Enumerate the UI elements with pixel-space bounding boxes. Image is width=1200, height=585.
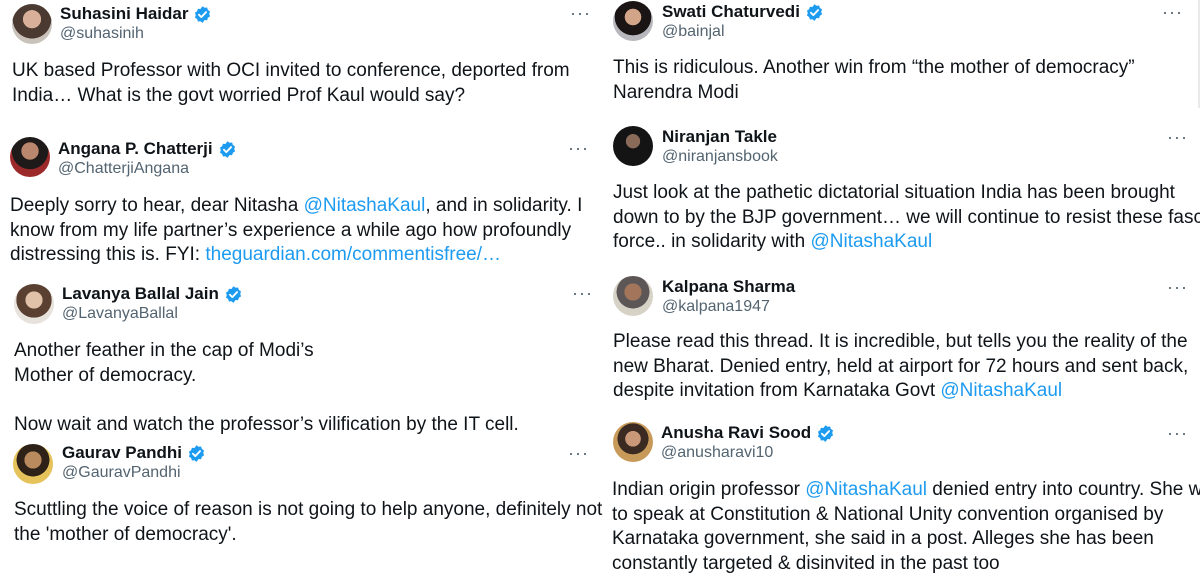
author-name[interactable]: Kalpana Sharma — [662, 277, 795, 297]
tweet-text-line: India… What is the govt worried Prof Kau… — [12, 84, 570, 109]
tweet-text-line: Narendra Modi — [613, 81, 1135, 106]
mention-link[interactable]: @NitashaKaul — [304, 195, 426, 216]
mention-link[interactable]: @NitashaKaul — [810, 231, 932, 252]
text-segment: know from my life partner’s experience a… — [10, 219, 572, 241]
avatar[interactable] — [613, 1, 653, 41]
tweet-text-line: UK based Professor with OCI invited to c… — [12, 59, 570, 84]
tweet-text: Deeply sorry to hear, dear Nitasha @Nita… — [10, 194, 582, 268]
tweet-text-line: despite invitation from Karnataka Govt @… — [613, 379, 1188, 404]
avatar[interactable] — [613, 276, 653, 316]
tweet-text-line: Now wait and watch the professor’s vilif… — [14, 413, 519, 438]
verified-badge-icon — [195, 5, 211, 23]
mention-link[interactable]: @NitashaKaul — [940, 380, 1062, 401]
text-segment: down to by the BJP government… we will c… — [613, 206, 1200, 228]
author-name[interactable]: Anusha Ravi Sood — [661, 423, 811, 443]
text-segment: Narendra Modi — [613, 81, 739, 103]
tweet-text-line: down to by the BJP government… we will c… — [613, 206, 1200, 231]
avatar[interactable] — [613, 422, 653, 462]
avatar[interactable] — [613, 126, 653, 166]
tweet-text: Indian origin professor @NitashaKaul den… — [612, 478, 1200, 576]
verified-badge-icon — [225, 285, 241, 303]
tweet-text-line: Just look at the pathetic dictatorial si… — [613, 181, 1200, 206]
text-segment: Karnataka government, she said in a post… — [612, 528, 1154, 549]
verified-badge-icon — [818, 424, 834, 442]
verified-badge-icon — [188, 444, 205, 462]
avatar[interactable] — [12, 4, 52, 44]
text-segment: new Bharat. Denied entry, held at airpor… — [613, 355, 1189, 377]
url-link[interactable]: theguardian.com/commentisfree/… — [205, 244, 501, 265]
text-segment: Scuttling the voice of reason is not goi… — [14, 499, 603, 520]
text-segment: denied entry into country. She was — [927, 479, 1200, 500]
text-segment: Now wait and watch the professor’s vilif… — [14, 413, 519, 435]
tweet-text-line: to speak at Constitution & National Unit… — [612, 503, 1200, 528]
text-segment: constantly targeted & disinvited in the … — [612, 552, 1000, 574]
author-handle[interactable]: @niranjansbook — [662, 148, 778, 166]
tweet-text-line: new Bharat. Denied entry, held at airpor… — [613, 355, 1188, 380]
author-handle[interactable]: @suhasinih — [60, 25, 144, 43]
author-handle[interactable]: @bainjal — [662, 23, 725, 41]
more-options-icon[interactable]: ··· — [1167, 424, 1188, 442]
more-options-icon[interactable]: ··· — [572, 284, 593, 302]
tweet-text-line: Scuttling the voice of reason is not goi… — [14, 498, 602, 523]
text-segment: distressing this is. FYI: — [10, 244, 206, 265]
author-handle[interactable]: @GauravPandhi — [62, 464, 181, 482]
author-handle[interactable]: @ChatterjiAngana — [58, 160, 189, 178]
more-options-icon[interactable]: ··· — [1167, 128, 1188, 146]
text-segment: Indian origin professor — [612, 479, 806, 500]
tweet-text: Just look at the pathetic dictatorial si… — [613, 181, 1200, 255]
tweet-text-line: Another feather in the cap of Modi’s — [14, 339, 519, 364]
tweet-text-line: force.. in solidarity with @NitashaKaul — [613, 230, 1200, 255]
author-name[interactable]: Angana P. Chatterji — [58, 139, 213, 159]
mention-link[interactable]: @NitashaKaul — [805, 479, 927, 500]
text-segment: Another feather in the cap of Modi’s — [14, 340, 314, 361]
tweet-text: Please read this thread. It is incredibl… — [613, 330, 1188, 404]
text-segment: the 'mother of democracy'. — [14, 523, 237, 545]
text-segment: Just look at the pathetic dictatorial si… — [613, 182, 1175, 203]
text-segment: This is ridiculous. Another win from “th… — [613, 57, 1135, 78]
avatar[interactable] — [13, 444, 53, 484]
tweet-text-line: Deeply sorry to hear, dear Nitasha @Nita… — [10, 194, 582, 219]
text-segment: India… What is the govt worried Prof Kau… — [12, 84, 466, 106]
author-name[interactable]: Suhasini Haidar — [60, 4, 188, 24]
author-handle[interactable]: @LavanyaBallal — [62, 305, 178, 323]
text-segment: Please read this thread. It is incredibl… — [613, 331, 1188, 352]
author-name[interactable]: Lavanya Ballal Jain — [62, 284, 219, 304]
tweet-text-line: distressing this is. FYI: theguardian.co… — [10, 243, 582, 268]
tweet-text: Scuttling the voice of reason is not goi… — [14, 498, 602, 547]
author-name[interactable]: Gaurav Pandhi — [62, 443, 182, 463]
tweet-text-line: know from my life partner’s experience a… — [10, 219, 582, 244]
author-name[interactable]: Niranjan Takle — [662, 127, 777, 147]
more-options-icon[interactable]: ··· — [1167, 278, 1188, 296]
text-segment: , and in solidarity. I — [425, 195, 583, 216]
author-handle[interactable]: @kalpana1947 — [662, 298, 770, 316]
more-options-icon[interactable]: ··· — [1162, 3, 1183, 21]
tweet-text: This is ridiculous. Another win from “th… — [613, 56, 1135, 105]
tweet-text-line: Mother of democracy. — [14, 364, 519, 389]
avatar[interactable] — [10, 137, 50, 177]
text-segment: despite invitation from Karnataka Govt — [613, 380, 941, 401]
tweet-text: UK based Professor with OCI invited to c… — [12, 59, 570, 108]
text-segment: Mother of democracy. — [14, 364, 197, 386]
text-segment: Deeply sorry to hear, dear Nitasha — [10, 195, 304, 216]
avatar[interactable] — [14, 284, 54, 324]
more-options-icon[interactable]: ··· — [568, 139, 589, 157]
tweet-text-line: Please read this thread. It is incredibl… — [613, 330, 1188, 355]
text-segment: force.. in solidarity with — [613, 231, 811, 252]
author-name[interactable]: Swati Chaturvedi — [662, 2, 800, 22]
text-segment: UK based Professor with OCI invited to c… — [12, 60, 570, 81]
tweet-text-line: Indian origin professor @NitashaKaul den… — [612, 478, 1200, 503]
text-segment: to speak at Constitution & National Unit… — [612, 503, 1164, 525]
tweet-text-line: the 'mother of democracy'. — [14, 523, 602, 548]
more-options-icon[interactable]: ··· — [568, 444, 589, 462]
author-handle[interactable]: @anusharavi10 — [661, 444, 773, 462]
verified-badge-icon — [806, 3, 822, 21]
more-options-icon[interactable]: ··· — [570, 4, 591, 22]
tweet-text-line: Karnataka government, she said in a post… — [612, 527, 1200, 552]
verified-badge-icon — [219, 140, 235, 158]
tweet-text-line: constantly targeted & disinvited in the … — [612, 552, 1200, 577]
tweet-text: Another feather in the cap of Modi’s Moth… — [14, 339, 519, 437]
tweet-text-line: This is ridiculous. Another win from “th… — [613, 56, 1135, 81]
